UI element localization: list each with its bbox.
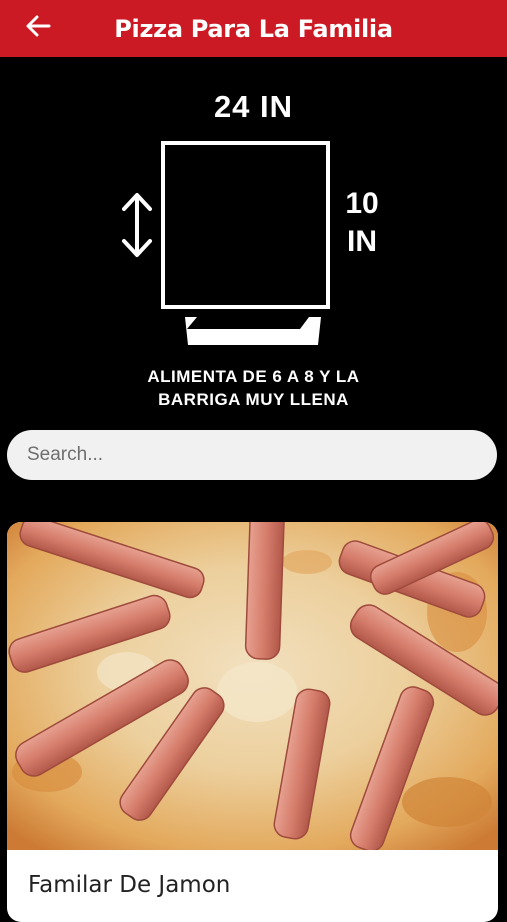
description-line-1: ALIMENTA DE 6 A 8 Y LA <box>147 367 360 386</box>
back-button[interactable] <box>18 8 58 44</box>
serving-description: ALIMENTA DE 6 A 8 Y LA BARRIGA MUY LLENA <box>0 365 507 411</box>
vertical-double-arrow-icon <box>122 193 152 257</box>
app-header: Pizza Para La Familia <box>0 0 507 57</box>
ham-pizza-photo <box>7 522 498 850</box>
height-label: 10 IN <box>345 187 379 258</box>
pizza-size-diagram: 24 IN 10 IN ALIMENTA DE 6 A 8 Y LA BARRI… <box>0 57 507 427</box>
pizza-box-outline <box>161 141 330 309</box>
width-label: 24 IN <box>213 89 294 124</box>
product-card[interactable]: Familar De Jamon <box>7 522 498 922</box>
box-base-icon <box>185 317 321 345</box>
product-name: Familar De Jamon <box>28 872 231 898</box>
arrow-left-icon <box>26 15 51 37</box>
search-input[interactable] <box>7 430 497 480</box>
description-line-2: BARRIGA MUY LLENA <box>158 390 349 409</box>
page-title: Pizza Para La Familia <box>114 14 393 43</box>
